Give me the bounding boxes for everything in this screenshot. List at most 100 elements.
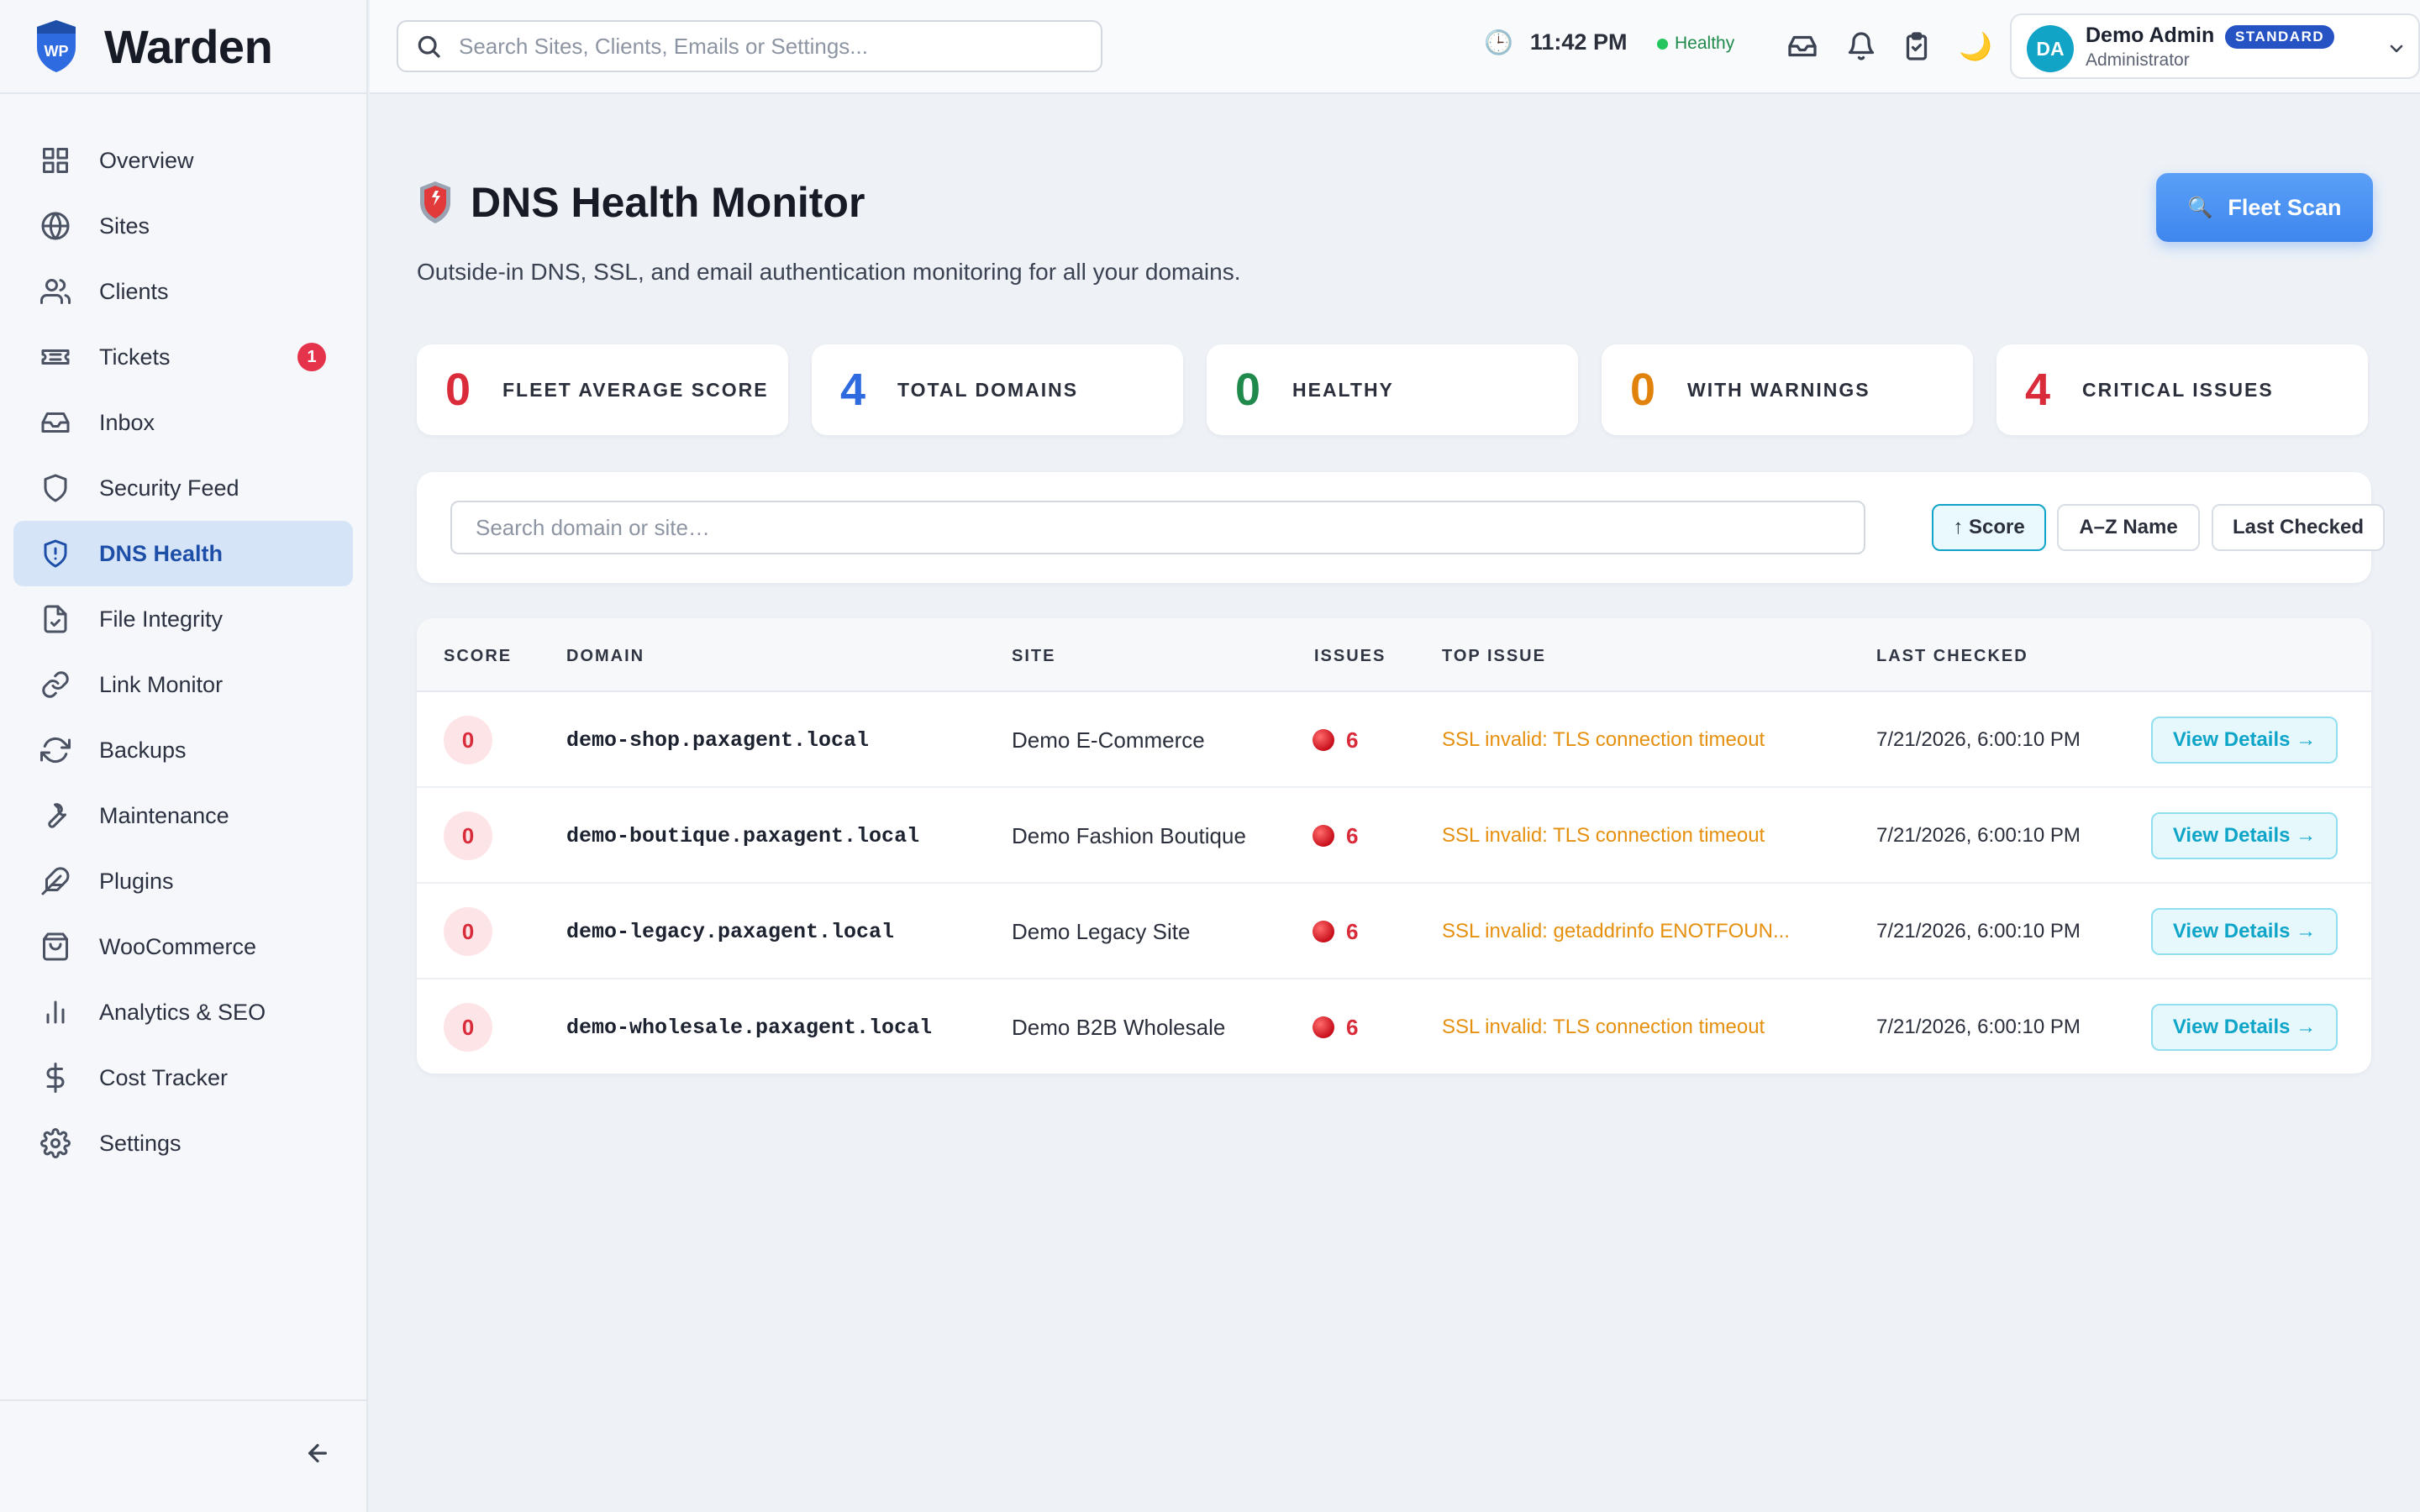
users-icon: [40, 279, 71, 304]
user-menu[interactable]: DA Demo Admin STANDARD Administrator: [2010, 13, 2420, 79]
fleet-scan-label: Fleet Scan: [2228, 194, 2342, 220]
shield-alert-icon: [420, 181, 450, 223]
sort-last-checked-button[interactable]: Last Checked: [2212, 504, 2385, 551]
arrow-left-icon: [308, 1444, 327, 1462]
issue-count: 6: [1346, 727, 1359, 753]
fleet-scan-button[interactable]: 🔍 Fleet Scan: [2156, 173, 2373, 242]
collapse-sidebar-button[interactable]: [299, 1435, 336, 1472]
table-row: 0 demo-wholesale.paxagent.local Demo B2B…: [417, 979, 2371, 1074]
last-checked: 7/21/2026, 6:00:10 PM: [1876, 920, 2081, 942]
sidebar-item-label: Sites: [99, 213, 150, 239]
top-issue: SSL invalid: TLS connection timeout: [1442, 824, 1765, 847]
stat-value: 0: [445, 365, 471, 415]
search-icon: [418, 35, 440, 58]
app-name: Warden: [104, 19, 273, 73]
stat-card-warnings: 0 WITH WARNINGS: [1602, 344, 1973, 435]
domain-search-input[interactable]: [450, 501, 1865, 554]
col-top-issue[interactable]: TOP ISSUE: [1442, 647, 1546, 666]
sidebar-item-cost-tracker[interactable]: Cost Tracker: [13, 1045, 353, 1110]
domain-name: demo-shop.paxagent.local: [566, 727, 870, 753]
stat-label: FLEET AVERAGE SCORE: [502, 378, 769, 401]
sidebar-item-sites[interactable]: Sites: [13, 193, 353, 259]
ticket-icon: [41, 349, 70, 365]
stat-label: TOTAL DOMAINS: [897, 378, 1079, 401]
col-site[interactable]: SITE: [1012, 647, 1055, 666]
sidebar-nav: Overview Sites Clients Tickets 1 Inbox S…: [0, 94, 366, 1176]
shield-alert-icon: [44, 539, 67, 568]
col-score[interactable]: SCORE: [444, 647, 512, 666]
sidebar-item-tickets[interactable]: Tickets 1: [13, 324, 353, 390]
sidebar-item-clients[interactable]: Clients: [13, 259, 353, 324]
sidebar-item-inbox[interactable]: Inbox: [13, 390, 353, 455]
view-details-button[interactable]: View Details →: [2151, 908, 2338, 955]
sidebar-item-link-monitor[interactable]: Link Monitor: [13, 652, 353, 717]
stat-value: 0: [1235, 365, 1261, 415]
bar-chart-icon: [46, 1000, 65, 1024]
sidebar-item-label: Analytics & SEO: [99, 999, 266, 1025]
score-badge: 0: [444, 907, 492, 956]
view-details-button[interactable]: View Details →: [2151, 1004, 2338, 1051]
sidebar-item-security-feed[interactable]: Security Feed: [13, 455, 353, 521]
sidebar-item-plugins[interactable]: Plugins: [13, 848, 353, 914]
sidebar-item-dns-health[interactable]: DNS Health: [13, 521, 353, 586]
issue-count: 6: [1346, 822, 1359, 848]
last-checked: 7/21/2026, 6:00:10 PM: [1876, 1016, 2081, 1038]
refresh-icon: [40, 737, 71, 764]
system-health-status[interactable]: Healthy: [1657, 34, 1734, 54]
last-checked: 7/21/2026, 6:00:10 PM: [1876, 824, 2081, 847]
col-issues[interactable]: ISSUES: [1314, 647, 1386, 666]
sidebar-item-analytics-seo[interactable]: Analytics & SEO: [13, 979, 353, 1045]
domain-name: demo-boutique.paxagent.local: [566, 823, 920, 848]
grid-icon: [43, 148, 68, 173]
col-domain[interactable]: DOMAIN: [566, 647, 644, 666]
critical-dot-icon: [1313, 825, 1334, 847]
view-details-button[interactable]: View Details →: [2151, 812, 2338, 859]
global-search-input[interactable]: [459, 33, 1081, 60]
site-name: Demo Legacy Site: [1012, 918, 1191, 944]
sidebar-item-settings[interactable]: Settings: [13, 1110, 353, 1176]
sidebar-item-label: DNS Health: [99, 540, 224, 566]
svg-text:WP: WP: [45, 43, 69, 60]
site-name: Demo B2B Wholesale: [1012, 1014, 1226, 1040]
globe-icon: [41, 212, 70, 240]
stat-label: HEALTHY: [1292, 378, 1394, 401]
global-search[interactable]: [397, 20, 1102, 72]
page-subtitle: Outside-in DNS, SSL, and email authentic…: [417, 259, 1241, 285]
sidebar-item-label: Security Feed: [99, 475, 239, 501]
file-check-icon: [44, 605, 67, 633]
sidebar-item-backups[interactable]: Backups: [13, 717, 353, 783]
gear-icon: [40, 1128, 71, 1158]
notifications-button[interactable]: [1844, 29, 1879, 64]
brand[interactable]: WP Warden: [0, 0, 366, 94]
stat-card-total-domains: 4 TOTAL DOMAINS: [812, 344, 1183, 435]
table-row: 0 demo-boutique.paxagent.local Demo Fash…: [417, 788, 2371, 884]
plan-badge: STANDARD: [2225, 25, 2335, 49]
avatar: DA: [2027, 25, 2074, 72]
top-issue: SSL invalid: getaddrinfo ENOTFOUN...: [1442, 920, 1790, 942]
view-details-button[interactable]: View Details →: [2151, 717, 2338, 764]
col-last-checked[interactable]: LAST CHECKED: [1876, 647, 2028, 666]
stat-value: 0: [1630, 365, 1656, 415]
score-badge: 0: [444, 716, 492, 764]
dollar-icon: [46, 1063, 65, 1093]
sort-score-button[interactable]: ↑ Score: [1932, 504, 2046, 551]
sidebar-item-maintenance[interactable]: Maintenance: [13, 783, 353, 848]
tickets-count-badge: 1: [297, 343, 326, 371]
inbox-button[interactable]: [1785, 29, 1820, 64]
tasks-button[interactable]: [1899, 29, 1934, 64]
sidebar-item-file-integrity[interactable]: File Integrity: [13, 586, 353, 652]
sort-name-button[interactable]: A–Z Name: [2057, 504, 2200, 551]
top-issue: SSL invalid: TLS connection timeout: [1442, 1016, 1765, 1038]
critical-dot-icon: [1313, 729, 1334, 751]
stats-row: 0 FLEET AVERAGE SCORE 4 TOTAL DOMAINS 0 …: [417, 344, 2368, 435]
warden-logo-icon: WP: [37, 20, 76, 72]
sidebar-item-woocommerce[interactable]: WooCommerce: [13, 914, 353, 979]
sidebar-item-label: Clients: [99, 278, 169, 304]
page-title: DNS Health Monitor: [471, 179, 865, 226]
health-label: Healthy: [1675, 34, 1735, 53]
sidebar-item-overview[interactable]: Overview: [13, 128, 353, 193]
page-header: DNS Health Monitor: [417, 178, 865, 227]
link-icon: [42, 671, 69, 698]
clock: 🕒 11:42 PM: [1484, 29, 1627, 56]
theme-toggle-button[interactable]: 🌙: [1958, 29, 1993, 64]
